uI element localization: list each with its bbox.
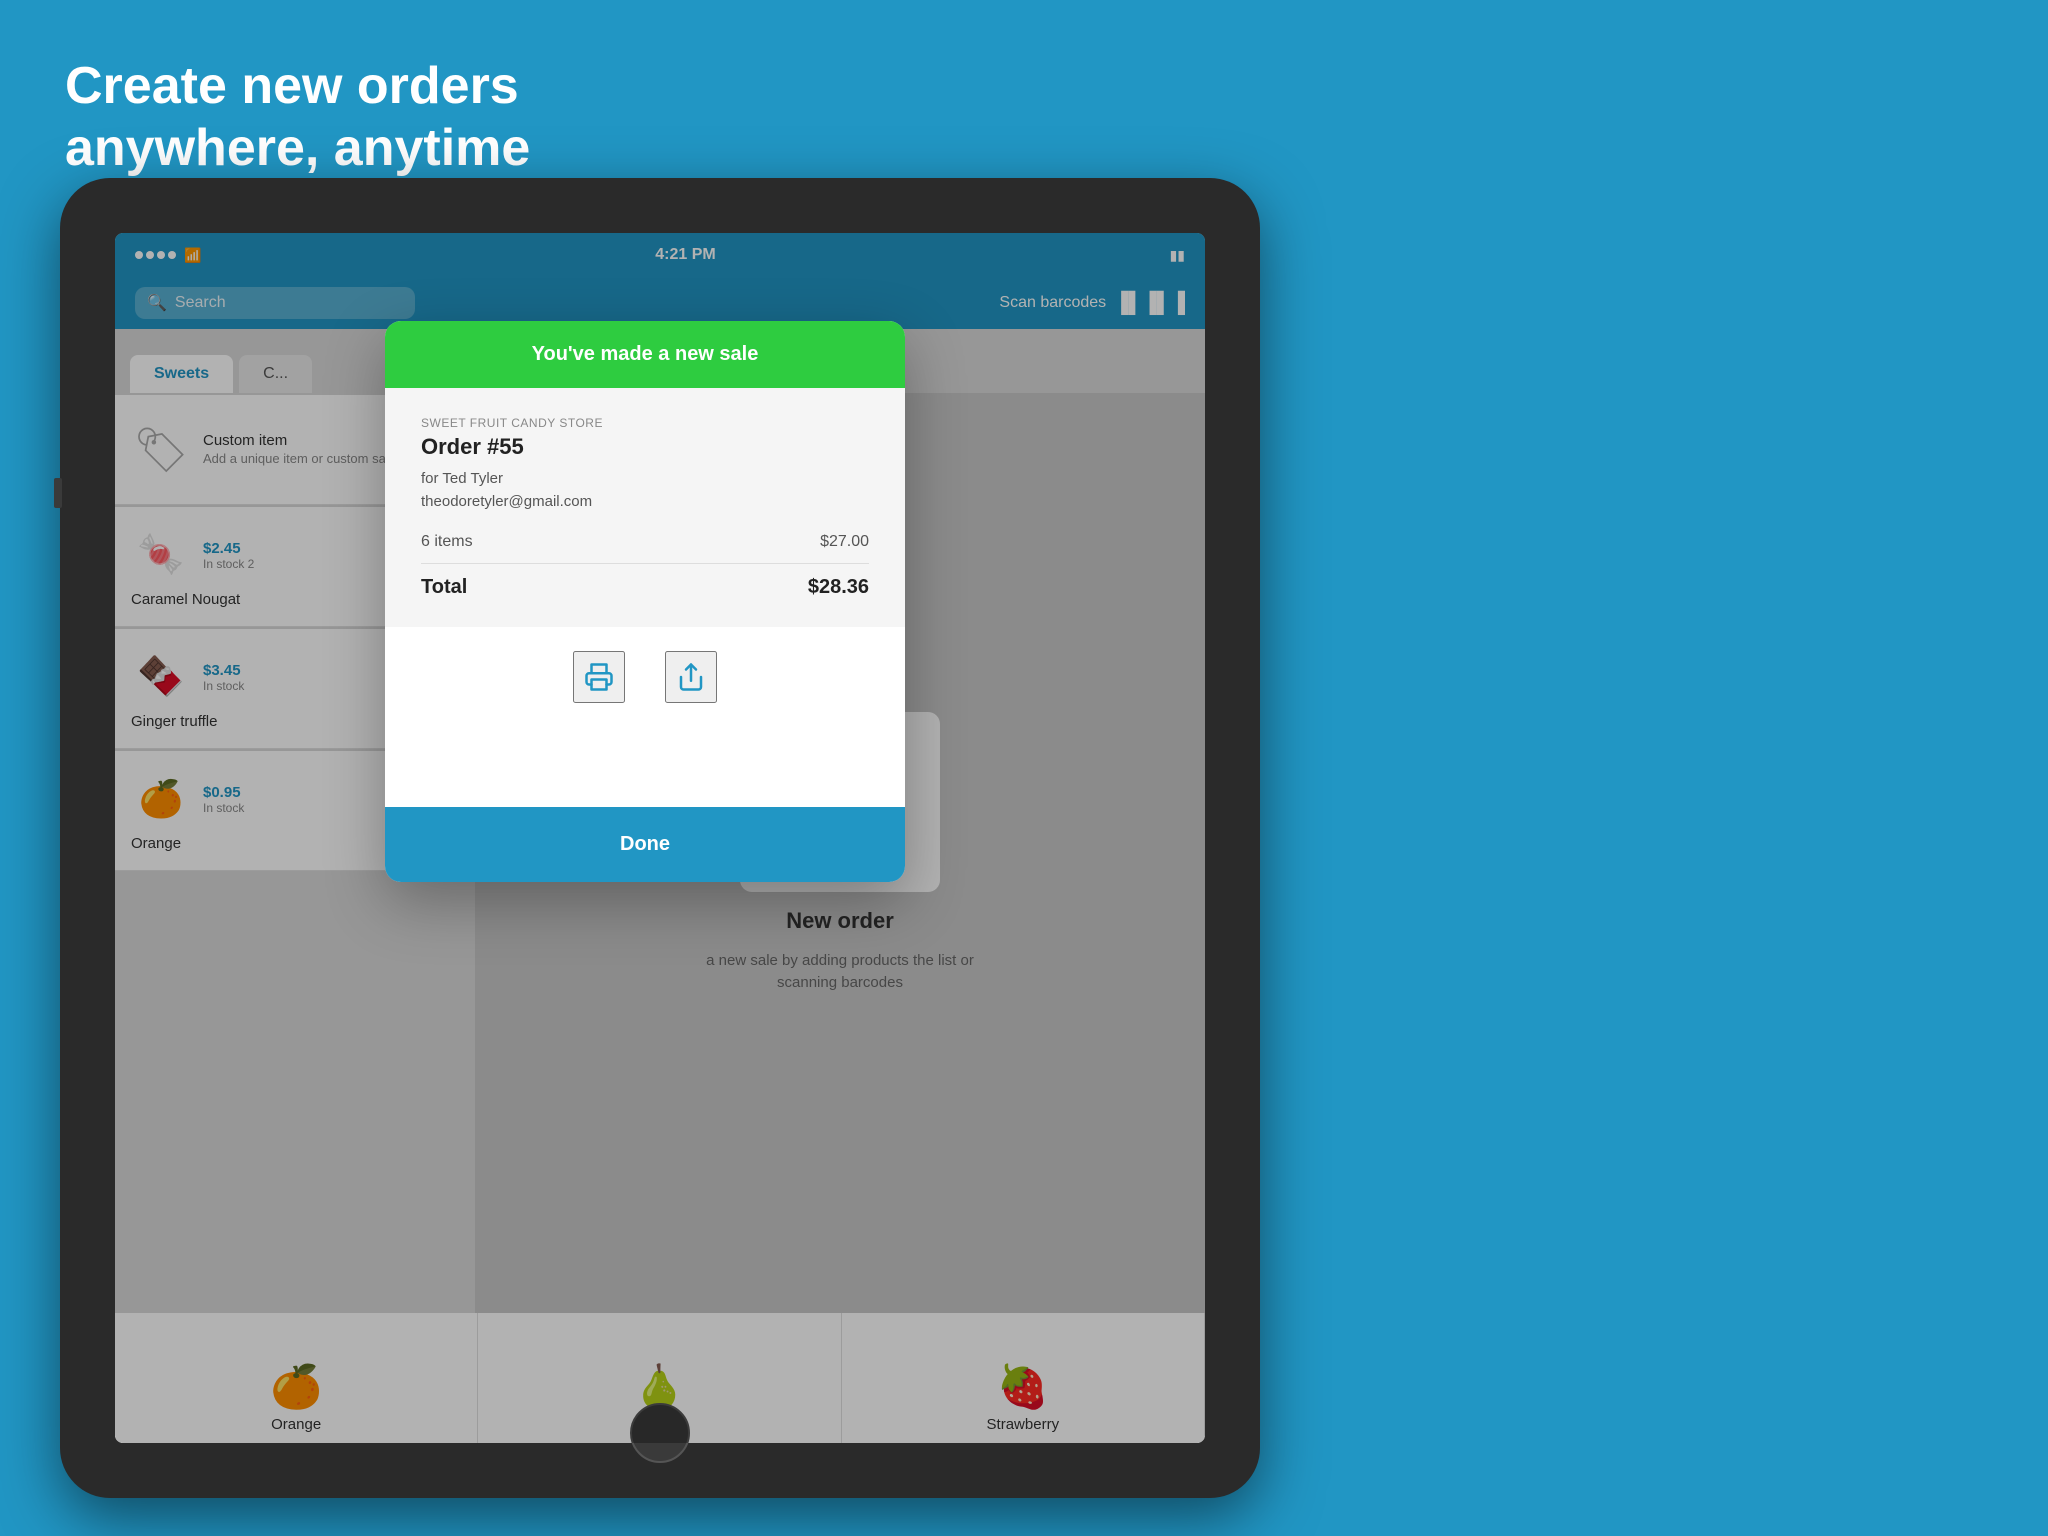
total-amount: $28.36 (808, 576, 869, 599)
share-button[interactable] (665, 651, 717, 703)
modal-overlay: You've made a new sale SWEET FRUIT CANDY… (115, 233, 1205, 1443)
total-label: Total (421, 576, 467, 599)
items-label: 6 items (421, 533, 473, 551)
done-button[interactable]: Done (385, 807, 905, 882)
ipad-side-button (54, 478, 62, 508)
headline-line2: anywhere, anytime (65, 117, 530, 179)
customer-name: for Ted Tyler (421, 468, 869, 491)
receipt-store: SWEET FRUIT CANDY STORE (421, 416, 869, 430)
receipt-customer: for Ted Tyler theodoretyler@gmail.com (421, 468, 869, 513)
items-total: $27.00 (820, 533, 869, 551)
customer-email: theodoretyler@gmail.com (421, 491, 869, 514)
receipt-order-number: Order #55 (421, 434, 869, 460)
background-headline: Create new orders anywhere, anytime (65, 55, 530, 180)
sale-modal: You've made a new sale SWEET FRUIT CANDY… (385, 321, 905, 882)
modal-receipt: SWEET FRUIT CANDY STORE Order #55 for Te… (385, 388, 905, 627)
modal-actions (385, 627, 905, 727)
print-button[interactable] (573, 651, 625, 703)
headline-line1: Create new orders (65, 55, 530, 117)
ipad-device: 📶 4:21 PM ▮▮ 🔍 Search Scan barcodes ▐▌▐▌… (60, 178, 1260, 1498)
receipt-items-line: 6 items $27.00 (421, 533, 869, 564)
modal-header: You've made a new sale (385, 321, 905, 388)
modal-header-text: You've made a new sale (415, 343, 875, 366)
receipt-total-line: Total $28.36 (421, 576, 869, 599)
ipad-screen: 📶 4:21 PM ▮▮ 🔍 Search Scan barcodes ▐▌▐▌… (115, 233, 1205, 1443)
modal-spacer (385, 727, 905, 807)
